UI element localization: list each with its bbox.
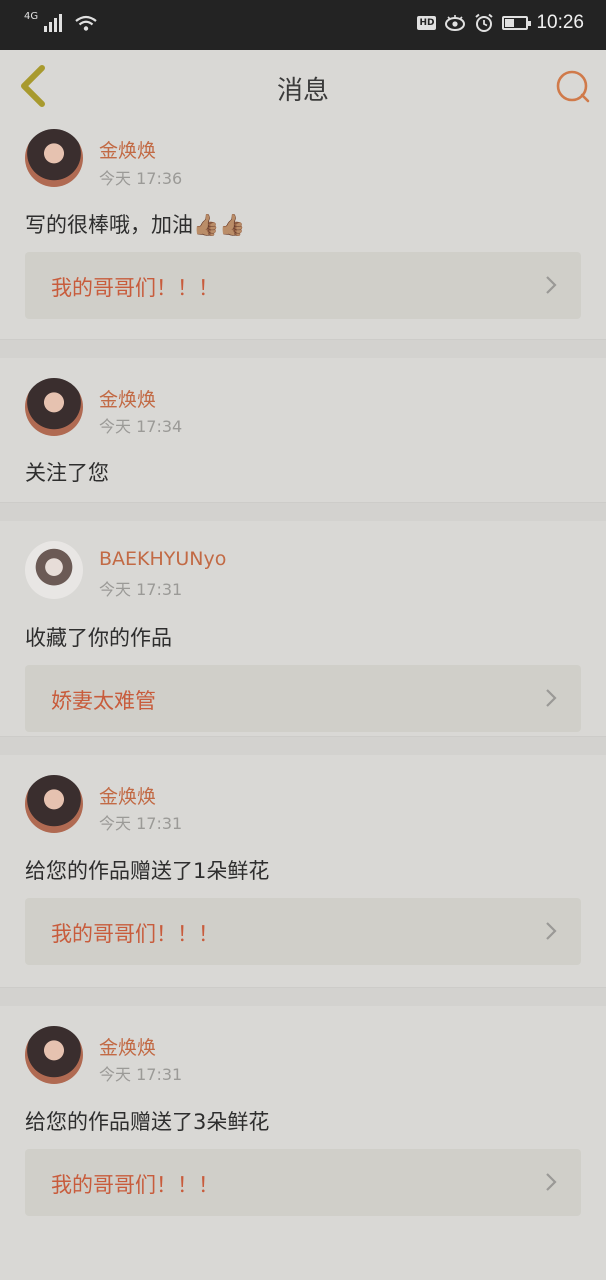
avatar[interactable]	[25, 1026, 83, 1084]
status-right: HD 10:26	[417, 12, 584, 34]
divider	[0, 502, 606, 521]
search-icon	[556, 70, 590, 103]
message-card[interactable]: 金焕焕 今天 17:36 写的很棒哦，加油👍🏽👍🏽 我的哥哥们！！！	[0, 124, 606, 339]
chevron-right-icon	[546, 689, 557, 707]
message-card[interactable]: BAEKHYUNyo 今天 17:31 收藏了你的作品 娇妻太难管	[0, 521, 606, 736]
chevron-right-icon	[546, 1173, 557, 1191]
page-title: 消息	[276, 76, 329, 106]
alarm-icon	[475, 13, 494, 32]
username[interactable]: 金焕焕	[99, 136, 156, 163]
timestamp: 今天 17:34	[99, 417, 183, 436]
avatar[interactable]	[25, 775, 83, 833]
avatar[interactable]	[25, 129, 83, 187]
work-link[interactable]: 我的哥哥们！！！	[25, 898, 581, 965]
timestamp: 今天 17:36	[99, 169, 183, 188]
chevron-right-icon	[546, 922, 557, 940]
timestamp: 今天 17:31	[99, 580, 183, 599]
chevron-right-icon	[546, 276, 557, 294]
username[interactable]: BAEKHYUNyo	[99, 548, 226, 570]
message-card[interactable]: 金焕焕 今天 17:31 给您的作品赠送了1朵鲜花 我的哥哥们！！！	[0, 755, 606, 987]
work-title: 我的哥哥们！！！	[51, 1173, 219, 1197]
eye-icon	[445, 15, 466, 31]
divider	[0, 736, 606, 755]
timestamp: 今天 17:31	[99, 814, 183, 833]
work-title: 我的哥哥们！！！	[51, 922, 219, 946]
clock: 10:26	[536, 12, 584, 33]
divider	[0, 987, 606, 1006]
message-card[interactable]: 金焕焕 今天 17:34 关注了您	[0, 358, 606, 502]
avatar[interactable]	[25, 541, 83, 599]
message-card[interactable]: 金焕焕 今天 17:31 给您的作品赠送了3朵鲜花 我的哥哥们！！！	[0, 1006, 606, 1238]
work-title: 娇妻太难管	[51, 689, 156, 713]
work-link[interactable]: 我的哥哥们！！！	[25, 252, 581, 319]
signal-icon	[44, 12, 63, 32]
username[interactable]: 金焕焕	[99, 782, 156, 809]
divider	[0, 339, 606, 358]
work-link[interactable]: 娇妻太难管	[25, 665, 581, 732]
hd-badge: HD	[417, 16, 437, 30]
message-list: 金焕焕 今天 17:36 写的很棒哦，加油👍🏽👍🏽 我的哥哥们！！！ 金焕焕 今…	[0, 124, 606, 1238]
username[interactable]: 金焕焕	[99, 385, 156, 412]
wifi-icon	[75, 15, 97, 31]
status-bar: 4G HD 10:26	[0, 0, 606, 50]
battery-icon	[502, 16, 532, 30]
header: 消息	[0, 50, 606, 125]
search-button[interactable]	[554, 68, 592, 106]
work-link[interactable]: 我的哥哥们！！！	[25, 1149, 581, 1216]
username[interactable]: 金焕焕	[99, 1033, 156, 1060]
network-type: 4G	[24, 11, 39, 22]
timestamp: 今天 17:31	[99, 1065, 183, 1084]
avatar[interactable]	[25, 378, 83, 436]
message-text: 给您的作品赠送了1朵鲜花	[25, 859, 270, 883]
message-text: 关注了您	[25, 461, 109, 485]
message-text: 写的很棒哦，加油👍🏽👍🏽	[25, 213, 246, 237]
message-text: 收藏了你的作品	[25, 626, 172, 650]
work-title: 我的哥哥们！！！	[51, 276, 219, 300]
status-left: 4G	[24, 12, 98, 32]
message-text: 给您的作品赠送了3朵鲜花	[25, 1110, 270, 1134]
